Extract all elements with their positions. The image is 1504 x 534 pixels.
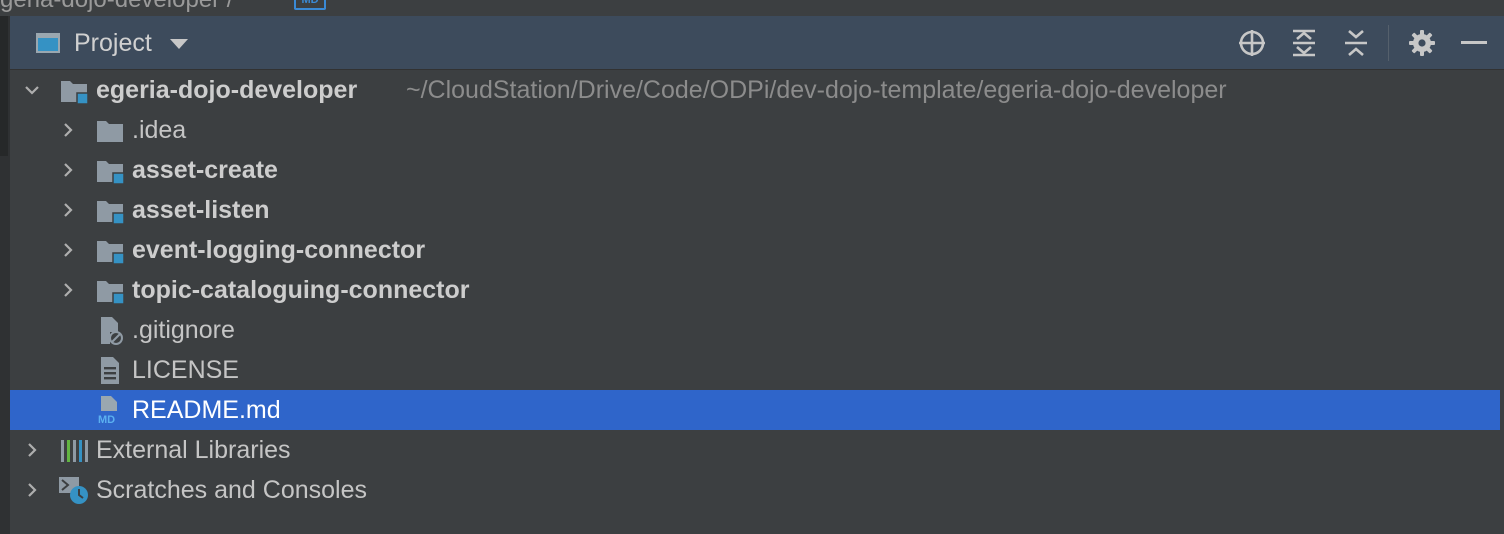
ignore-file-icon [101, 317, 123, 345]
tree-item-external-libraries[interactable]: External Libraries [10, 430, 1500, 470]
project-window-icon [36, 33, 60, 53]
breadcrumb[interactable]: geria-dojo-developer / [0, 0, 233, 14]
project-panel-header: Project [10, 16, 1504, 70]
chevron-right-icon[interactable] [60, 282, 76, 298]
tree-item-gitignore[interactable]: .gitignore [10, 310, 1500, 350]
tree-item-license[interactable]: LICENSE [10, 350, 1500, 390]
tree-item-label: README.md [132, 396, 281, 424]
tree-item-label: .gitignore [132, 316, 235, 344]
tree-item-asset-listen[interactable]: asset-listen [10, 190, 1500, 230]
chevron-right-icon[interactable] [60, 202, 76, 218]
tree-item-label: asset-listen [132, 196, 270, 224]
module-folder-icon [97, 201, 124, 224]
chevron-right-icon[interactable] [60, 162, 76, 178]
module-folder-icon [97, 161, 124, 184]
folder-icon [97, 121, 123, 142]
locate-file-button[interactable] [1234, 26, 1270, 60]
markdown-file-icon: MD [294, 0, 326, 10]
collapse-all-button[interactable] [1338, 26, 1374, 60]
svg-text:MD: MD [98, 414, 115, 425]
text-file-icon [101, 357, 119, 384]
toolbar-divider [1388, 25, 1389, 61]
settings-button[interactable] [1404, 26, 1440, 60]
tree-item-topic-cataloguing-connector[interactable]: topic-cataloguing-connector [10, 270, 1500, 310]
library-icon [61, 440, 88, 462]
tree-item-scratches[interactable]: Scratches and Consoles [10, 470, 1500, 510]
tree-item-idea[interactable]: .idea [10, 110, 1500, 150]
editor-breadcrumb-strip: geria-dojo-developer / MD [0, 0, 1504, 16]
module-folder-icon [97, 281, 124, 304]
tree-item-label: External Libraries [96, 436, 291, 464]
chevron-right-icon[interactable] [60, 242, 76, 258]
tree-item-label: .idea [132, 116, 187, 144]
project-tool-window: Project egeria-dojo-developer ~/CloudSta… [10, 16, 1504, 534]
scratches-icon [59, 477, 88, 504]
panel-title: Project [74, 28, 152, 57]
tree-root-label: egeria-dojo-developer [96, 76, 358, 104]
chevron-right-icon[interactable] [60, 122, 76, 138]
chevron-down-icon [169, 39, 188, 49]
tree-item-label: topic-cataloguing-connector [132, 276, 470, 304]
tree-item-label: event-logging-connector [132, 236, 426, 264]
tree-item-event-logging-connector[interactable]: event-logging-connector [10, 230, 1500, 270]
left-tool-strip-shade [0, 16, 8, 156]
gear-icon [1409, 30, 1435, 56]
tree-root-row[interactable]: egeria-dojo-developer ~/CloudStation/Dri… [10, 70, 1500, 110]
minimize-button[interactable] [1456, 26, 1492, 60]
tree-item-readme[interactable]: MD README.md [10, 390, 1500, 430]
markdown-file-icon: MD [97, 396, 123, 425]
module-folder-icon [97, 241, 124, 264]
tree-item-label: LICENSE [132, 356, 239, 384]
tree-item-label: Scratches and Consoles [96, 476, 367, 504]
chevron-right-icon[interactable] [24, 442, 40, 458]
tree-item-label: asset-create [132, 156, 278, 184]
minimize-icon [1461, 41, 1487, 44]
chevron-right-icon[interactable] [24, 482, 40, 498]
project-view-selector[interactable]: Project [36, 28, 188, 58]
module-folder-icon [61, 81, 88, 104]
locate-icon [1239, 30, 1265, 56]
chevron-down-icon[interactable] [24, 82, 40, 98]
collapse-all-icon [1345, 30, 1367, 56]
tree-item-asset-create[interactable]: asset-create [10, 150, 1500, 190]
expand-all-icon [1293, 29, 1315, 57]
tree-root-path: ~/CloudStation/Drive/Code/ODPi/dev-dojo-… [406, 76, 1227, 104]
expand-all-button[interactable] [1286, 26, 1322, 60]
